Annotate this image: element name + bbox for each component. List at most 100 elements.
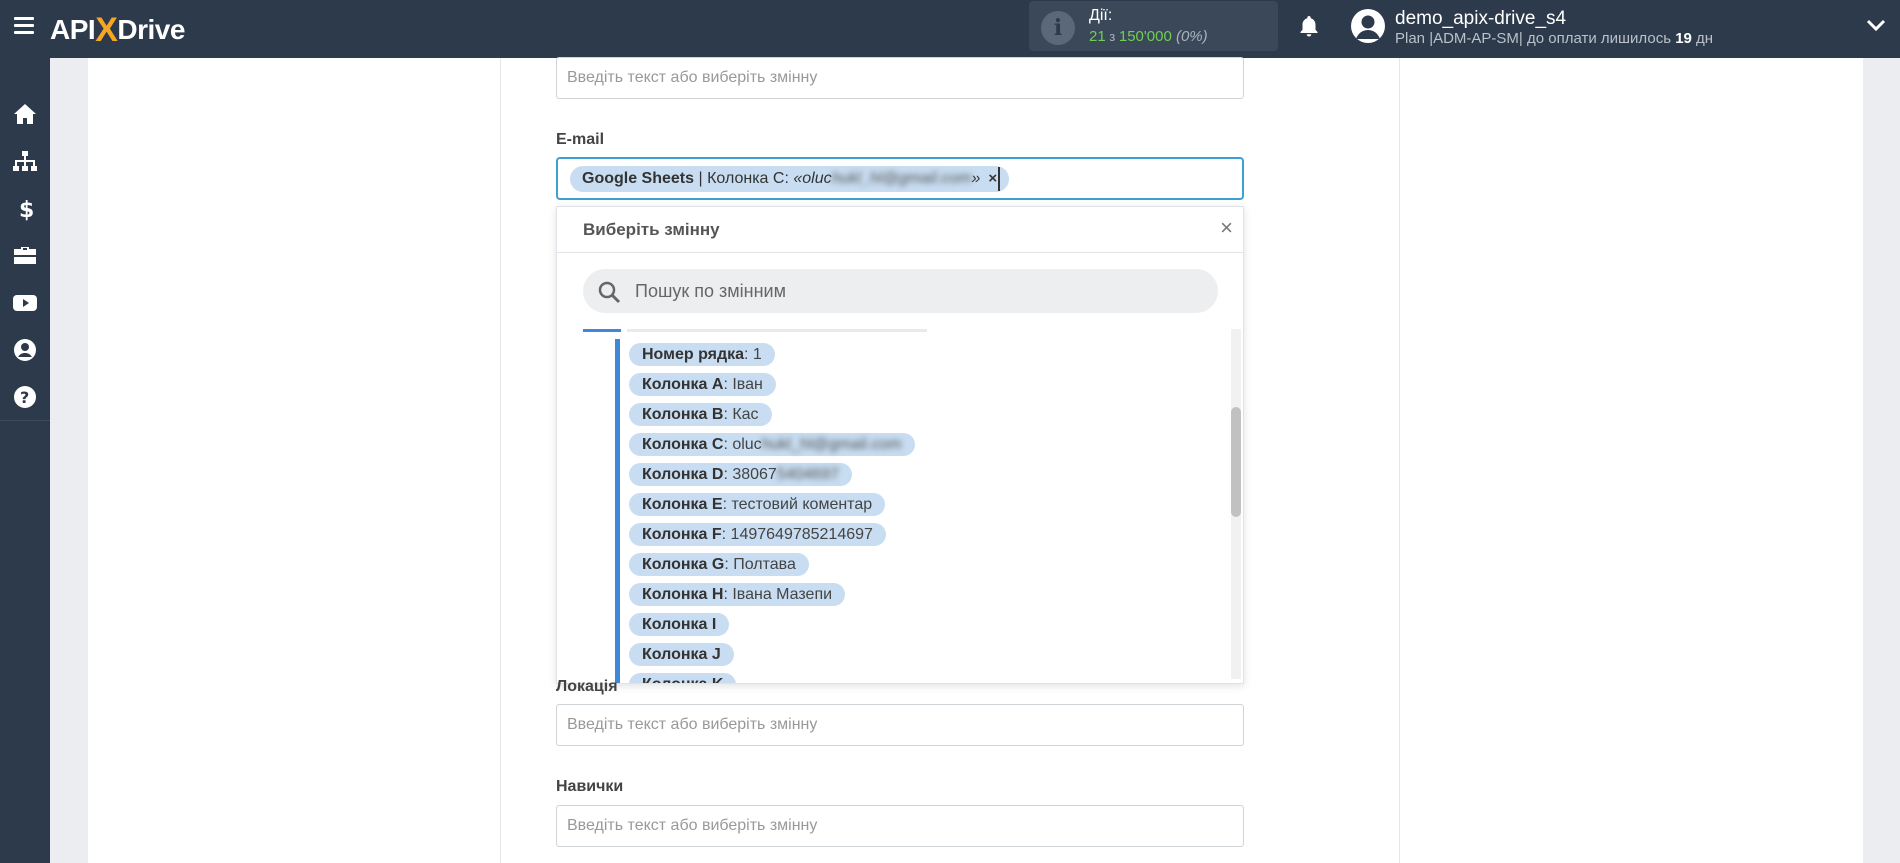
menu-icon[interactable] — [14, 17, 34, 34]
variable-value-blurred: hukl_hl@gmail.com — [761, 436, 902, 453]
variable-search[interactable] — [583, 269, 1218, 313]
youtube-icon[interactable] — [11, 289, 39, 317]
info-icon: i — [1041, 11, 1075, 45]
apix-drive-logo[interactable]: APIXDrive — [50, 9, 185, 49]
variable-value: тестовий коментар — [731, 496, 873, 513]
logo-x: X — [95, 11, 118, 49]
variable-list: Номер рядка: 1 Колонка A: Іван Колонка B: … — [557, 329, 1243, 683]
actions-percent: (0%) — [1175, 28, 1208, 45]
variable-key: Колонка A — [642, 376, 724, 393]
chevron-down-icon[interactable] — [1866, 18, 1886, 32]
variable-separator: : — [723, 466, 733, 483]
variable-key: Колонка E — [642, 496, 723, 513]
variable-option[interactable]: Колонка F: 1497649785214697 — [629, 523, 886, 546]
close-icon[interactable]: × — [988, 166, 997, 192]
avatar[interactable] — [1351, 9, 1385, 43]
variable-separator: : — [723, 376, 733, 393]
variable-option[interactable]: Колонка B: Кас — [629, 403, 772, 426]
text-caret — [998, 167, 1000, 191]
group-indicator — [583, 329, 621, 332]
variable-separator: : — [723, 436, 733, 453]
variable-key: Колонка I — [642, 616, 717, 633]
sitemap-icon[interactable] — [11, 147, 39, 175]
chip-value-end: » — [971, 170, 981, 187]
skills-input[interactable]: Введіть текст або виберіть змінну — [556, 805, 1244, 847]
actions-label: Дії: — [1089, 7, 1113, 24]
actions-used: 21 — [1089, 28, 1106, 45]
dropdown-header: Виберіть змінну × — [557, 207, 1243, 253]
variable-dropdown: Виберіть змінну × Номер рядка: 1 Колонка … — [556, 206, 1244, 684]
user-icon — [1356, 15, 1380, 39]
variable-key: Колонка F — [642, 526, 722, 543]
variable-separator: : — [721, 526, 731, 543]
variable-separator: : — [723, 406, 733, 423]
location-input[interactable]: Введіть текст або виберіть змінну — [556, 704, 1244, 746]
sidebar-divider — [0, 420, 50, 421]
chip-column: | Колонка C: — [694, 170, 794, 187]
close-icon[interactable]: × — [1220, 217, 1233, 239]
actions-value: 21 з 150'000 (0%) — [1089, 28, 1208, 45]
plan-days: 19 — [1675, 30, 1692, 47]
logo-prefix: API — [50, 14, 96, 45]
variable-option[interactable]: Колонка A: Іван — [629, 373, 776, 396]
bell-icon[interactable] — [1297, 14, 1321, 38]
variable-option[interactable]: Колонка C: oluchukl_hl@gmail.com — [629, 433, 915, 456]
variable-separator: : — [744, 346, 753, 363]
scrollbar-thumb[interactable] — [1231, 407, 1241, 517]
user-plan: Plan |ADM-AP-SM| до оплати лишилось 19 д… — [1395, 30, 1713, 47]
variable-option[interactable]: Колонка D: 380675404697 — [629, 463, 853, 486]
email-field[interactable]: Google Sheets | Колонка C: «oluc hukl_hl@… — [556, 157, 1244, 200]
variable-value: oluc — [732, 436, 762, 453]
variable-value: 1497649785214697 — [730, 526, 873, 543]
variable-option[interactable]: Колонка K — [629, 673, 737, 683]
chip-source: Google Sheets — [582, 170, 695, 187]
variable-option[interactable]: Колонка G: Полтава — [629, 553, 809, 576]
svg-text:$: $ — [19, 198, 33, 221]
location-label: Локація — [556, 678, 618, 695]
actions-of: з — [1105, 29, 1119, 44]
dollar-icon[interactable]: $ — [11, 195, 39, 223]
plan-days-unit: дн — [1691, 30, 1714, 47]
variable-option[interactable]: Колонка J — [629, 643, 734, 666]
user-name[interactable]: demo_apix-drive_s4 — [1395, 8, 1566, 30]
variable-separator: : — [724, 556, 734, 573]
actions-counter[interactable]: i Дії: 21 з 150'000 (0%) — [1029, 1, 1278, 51]
search-input[interactable] — [635, 269, 1195, 313]
variable-value: Полтава — [733, 556, 796, 573]
group-bar — [615, 339, 620, 683]
variable-option[interactable]: Колонка I — [629, 613, 730, 636]
chip-value: «oluc — [793, 170, 832, 187]
briefcase-icon[interactable] — [11, 242, 39, 270]
variable-separator: : — [723, 586, 733, 603]
variable-option[interactable]: Колонка H: Івана Мазепи — [629, 583, 846, 606]
help-icon[interactable]: ? — [11, 383, 39, 411]
variable-value-blurred: 5404697 — [776, 466, 840, 483]
skills-label: Навички — [556, 778, 624, 795]
variable-option[interactable]: Колонка E: тестовий коментар — [629, 493, 886, 516]
plan-text: Plan |ADM-AP-SM| до оплати лишилось — [1395, 30, 1676, 47]
variable-option[interactable]: Номер рядка: 1 — [629, 343, 775, 366]
variable-key: Колонка B — [642, 406, 724, 423]
variable-key: Колонка C — [642, 436, 724, 453]
email-label: E-mail — [556, 131, 605, 148]
user-circle-icon[interactable] — [11, 336, 39, 364]
top-text-input[interactable]: Введіть текст або виберіть змінну — [556, 57, 1244, 99]
variable-key: Колонка G — [642, 556, 725, 573]
variable-key: Номер рядка — [642, 346, 745, 363]
group-header-faded — [627, 329, 927, 332]
actions-total: 150'000 — [1118, 28, 1172, 45]
variable-value: Кас — [732, 406, 759, 423]
variable-value: Івана Мазепи — [732, 586, 833, 603]
variable-chip[interactable]: Google Sheets | Колонка C: «oluc hukl_hl@… — [570, 166, 1010, 192]
variable-value: Іван — [732, 376, 763, 393]
home-icon[interactable] — [11, 100, 39, 128]
search-icon — [598, 281, 621, 304]
variable-value: 38067 — [732, 466, 777, 483]
variable-key: Колонка D — [642, 466, 724, 483]
top-bar: APIXDrive i Дії: 21 з 150'000 (0%) demo_… — [0, 0, 1900, 58]
variable-key: Колонка K — [642, 676, 723, 683]
variable-value: 1 — [752, 346, 762, 363]
logo-suffix: Drive — [117, 14, 185, 45]
variable-key: Колонка H — [642, 586, 724, 603]
sidebar: $ ? — [0, 58, 50, 863]
